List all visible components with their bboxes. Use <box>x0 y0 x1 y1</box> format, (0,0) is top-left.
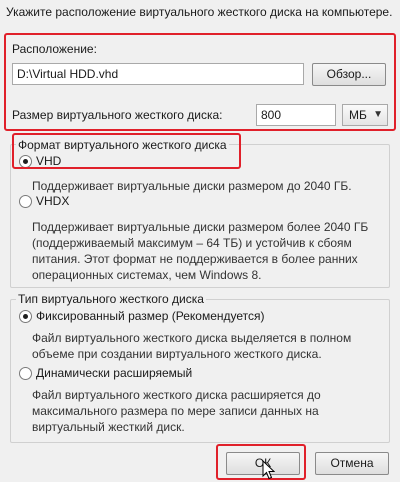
vhd-radio-label[interactable]: VHD <box>36 154 61 169</box>
vhdx-description: Поддерживает виртуальные диски размером … <box>32 220 369 282</box>
size-unit-value: МБ <box>349 108 367 122</box>
vhd-description: Поддерживает виртуальные диски размером … <box>32 179 352 193</box>
size-unit-select[interactable]: МБ ▼ <box>342 104 388 126</box>
format-legend: Формат виртуального жесткого диска <box>16 138 229 153</box>
dynamic-radio[interactable] <box>19 367 32 380</box>
vhdx-radio[interactable] <box>19 195 32 208</box>
location-label: Расположение: <box>12 42 97 56</box>
chevron-down-icon: ▼ <box>373 109 383 120</box>
disk-size-input[interactable]: 800 <box>256 104 336 126</box>
dynamic-radio-label[interactable]: Динамически расширяемый <box>36 366 192 381</box>
location-path-input[interactable]: D:\Virtual HDD.vhd <box>12 63 304 85</box>
vhd-radio[interactable] <box>19 155 32 168</box>
dialog-instruction: Укажите расположение виртуального жестко… <box>6 5 393 19</box>
disk-size-label: Размер виртуального жесткого диска: <box>12 108 223 122</box>
fixed-size-radio[interactable] <box>19 310 32 323</box>
fixed-size-radio-label[interactable]: Фиксированный размер (Рекомендуется) <box>36 309 265 324</box>
disk-type-legend: Тип виртуального жесткого диска <box>16 292 206 307</box>
mouse-cursor-icon <box>262 460 275 480</box>
browse-button[interactable]: Обзор... <box>312 63 386 86</box>
cancel-button[interactable]: Отмена <box>315 452 389 475</box>
dynamic-description: Файл виртуального жесткого диска расширя… <box>32 388 321 434</box>
fixed-size-description: Файл виртуального жесткого диска выделяе… <box>32 331 352 361</box>
vhdx-radio-label[interactable]: VHDX <box>36 194 69 209</box>
